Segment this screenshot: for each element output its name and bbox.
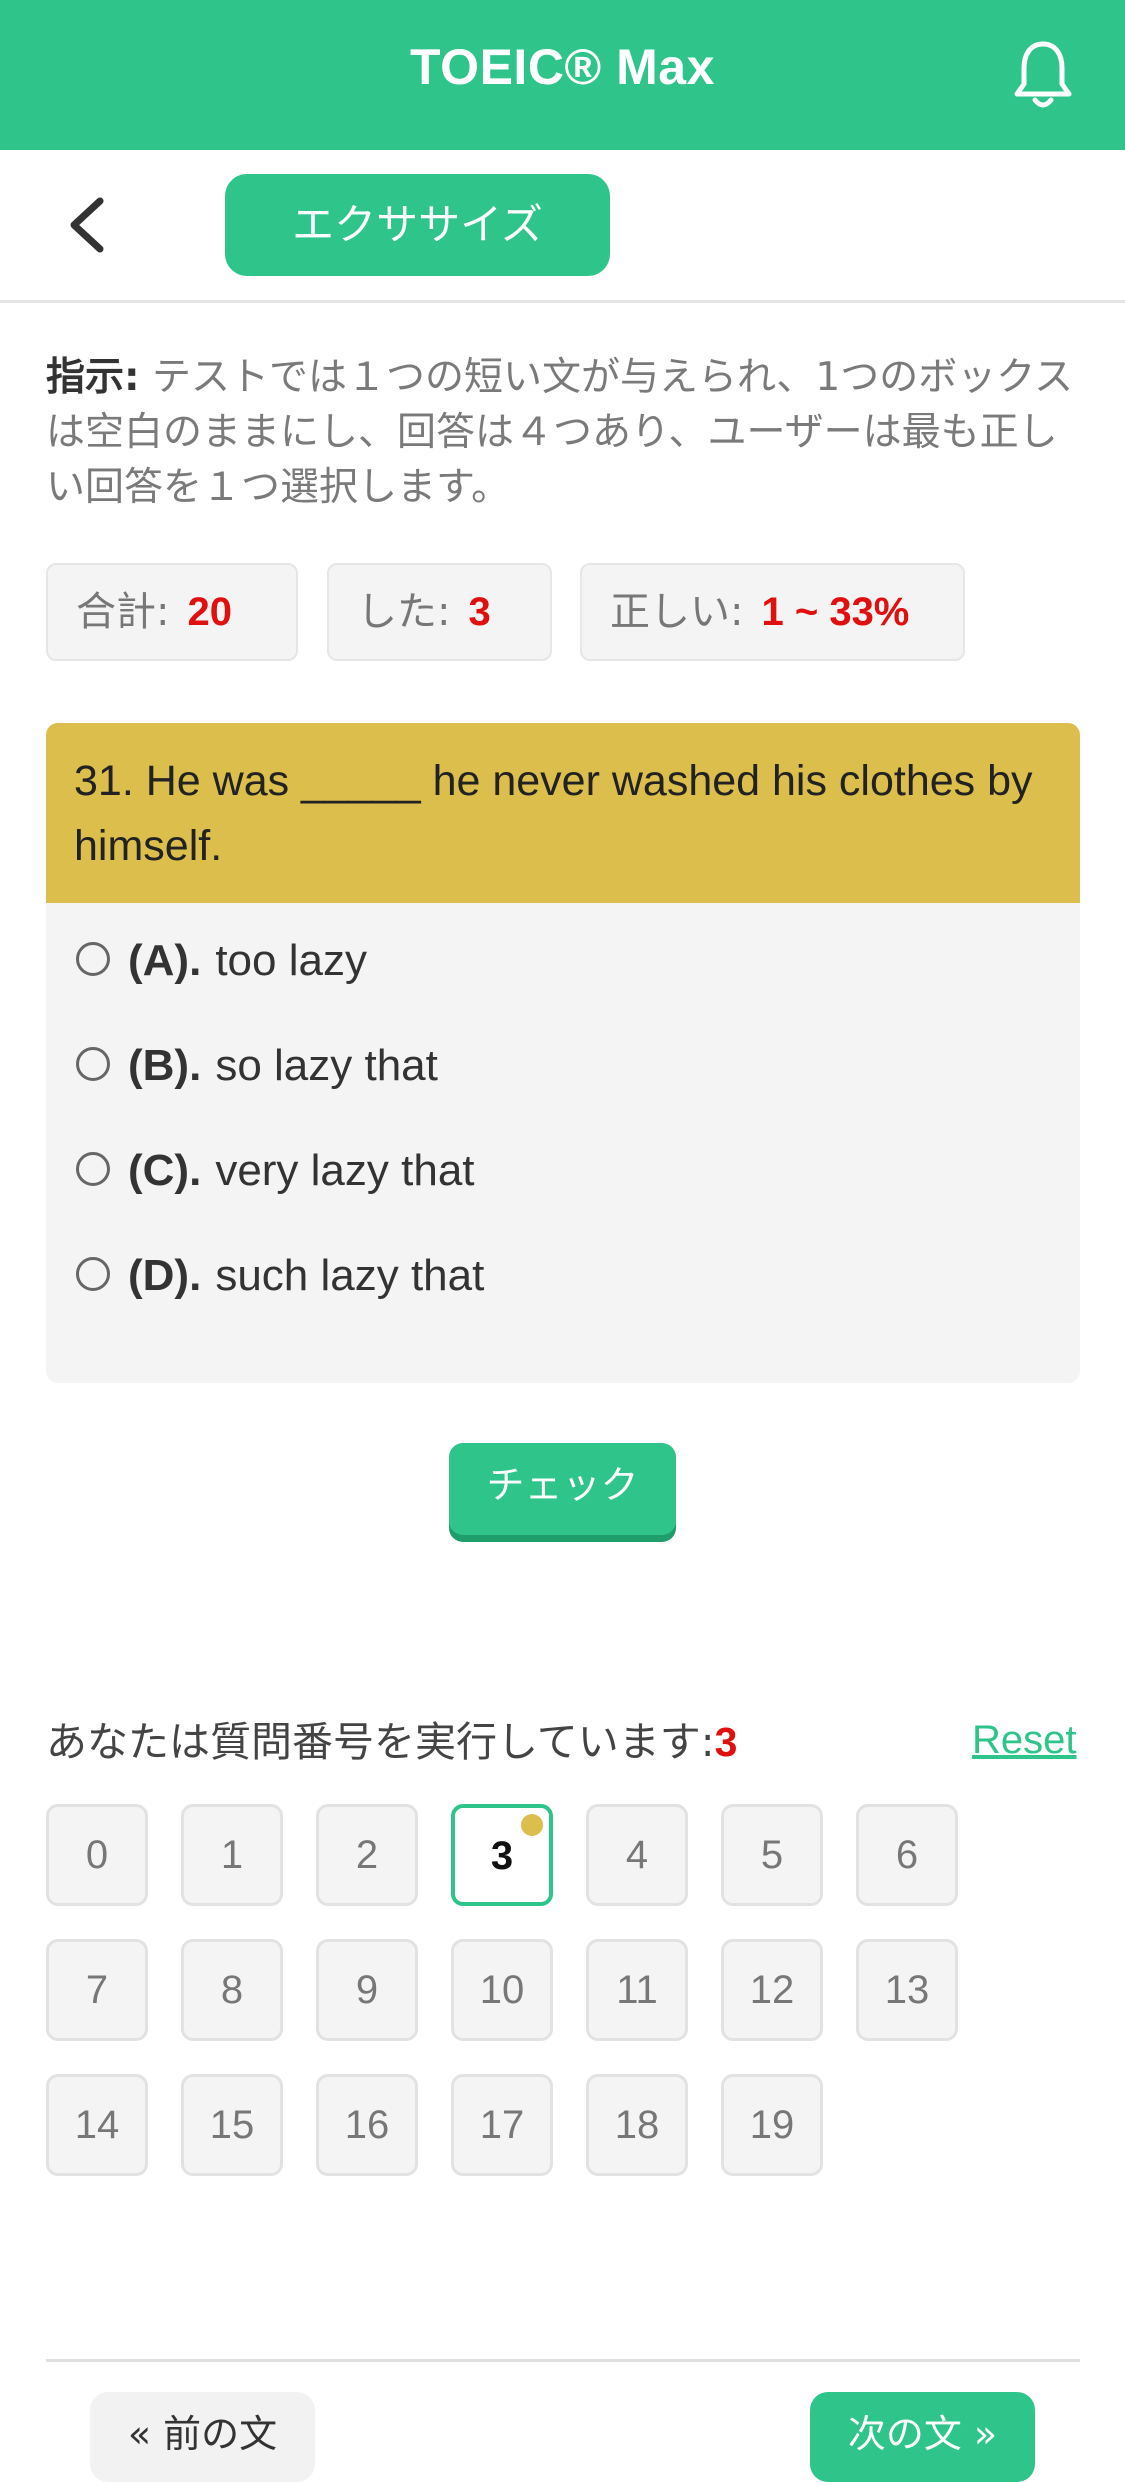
instruction-text: 指示: テストでは１つの短い文が与えられ、1つのボックスは空白のままにし、回答は… xyxy=(46,350,1076,515)
question-number-button[interactable]: 13 xyxy=(856,1939,958,2041)
stat-total-value: 20 xyxy=(187,590,232,634)
radio-icon[interactable] xyxy=(76,1152,110,1187)
stat-done-label: した: xyxy=(357,589,451,635)
bell-icon[interactable] xyxy=(1008,38,1078,113)
question-number-button[interactable]: 6 xyxy=(856,1804,958,1906)
app-title: TOEIC® Max xyxy=(410,39,715,95)
question-number-button[interactable]: 0 xyxy=(46,1804,148,1906)
question-number-button[interactable]: 15 xyxy=(181,2074,283,2176)
option-text: so lazy that xyxy=(215,1041,438,1090)
progress-label: あなたは質問番号を実行しています:3 xyxy=(46,1712,737,1772)
option-letter: (A). xyxy=(128,936,202,985)
app-header: TOEIC® Max xyxy=(0,0,1125,150)
prev-sentence-button[interactable]: « 前の文 xyxy=(90,2392,315,2482)
question-number-label: 3 xyxy=(490,1834,514,1878)
option-b[interactable]: (B). so lazy that xyxy=(76,1031,438,1101)
question-number-button[interactable]: 8 xyxy=(181,1939,283,2041)
question-number-button-current[interactable]: 3 xyxy=(451,1804,553,1906)
question-number-button[interactable]: 2 xyxy=(316,1804,418,1906)
option-letter: (B). xyxy=(128,1041,202,1090)
reset-link[interactable]: Reset xyxy=(972,1712,1077,1768)
question-number-button[interactable]: 1 xyxy=(181,1804,283,1906)
sub-header: エクササイズ xyxy=(0,150,1125,303)
question-number-button[interactable]: 14 xyxy=(46,2074,148,2176)
instruction-label: 指示: xyxy=(46,355,140,400)
radio-icon[interactable] xyxy=(76,1047,110,1082)
option-text: such lazy that xyxy=(215,1251,485,1300)
question-number-button[interactable]: 5 xyxy=(721,1804,823,1906)
current-marker-dot xyxy=(521,1814,543,1836)
radio-icon[interactable] xyxy=(76,1257,110,1292)
stat-correct-label: 正しい: xyxy=(610,589,744,635)
stat-total: 合計: 20 xyxy=(46,563,298,661)
footer-divider xyxy=(46,2359,1080,2362)
question-number-button[interactable]: 4 xyxy=(586,1804,688,1906)
question-number-button[interactable]: 10 xyxy=(451,1939,553,2041)
check-button[interactable]: チェック xyxy=(449,1443,676,1535)
question-number-button[interactable]: 17 xyxy=(451,2074,553,2176)
progress-label-text: あなたは質問番号を実行しています: xyxy=(46,1718,715,1766)
instruction-body: テストでは１つの短い文が与えられ、1つのボックスは空白のままにし、回答は４つあり… xyxy=(46,355,1074,510)
next-sentence-button[interactable]: 次の文 » xyxy=(810,2392,1035,2482)
option-letter: (C). xyxy=(128,1146,202,1195)
option-letter: (D). xyxy=(128,1251,202,1300)
question-text: 31. He was _____ he never washed his clo… xyxy=(46,723,1080,903)
stat-correct: 正しい: 1 ~ 33% xyxy=(580,563,965,661)
section-title-pill: エクササイズ xyxy=(225,174,610,276)
option-c[interactable]: (C). very lazy that xyxy=(76,1136,475,1206)
question-card: 31. He was _____ he never washed his clo… xyxy=(46,723,1080,1383)
question-number-button[interactable]: 19 xyxy=(721,2074,823,2176)
option-d[interactable]: (D). such lazy that xyxy=(76,1241,484,1311)
stat-total-label: 合計: xyxy=(76,589,170,635)
question-number-button[interactable]: 7 xyxy=(46,1939,148,2041)
stat-done: した: 3 xyxy=(327,563,552,661)
question-number-button[interactable]: 11 xyxy=(586,1939,688,2041)
question-number-button[interactable]: 18 xyxy=(586,2074,688,2176)
question-number-button[interactable]: 16 xyxy=(316,2074,418,2176)
option-a[interactable]: (A). too lazy xyxy=(76,926,367,996)
question-number-button[interactable]: 9 xyxy=(316,1939,418,2041)
stat-correct-value: 1 ~ 33% xyxy=(761,590,910,634)
option-text: too lazy xyxy=(215,936,367,985)
question-number-button[interactable]: 12 xyxy=(721,1939,823,2041)
radio-icon[interactable] xyxy=(76,942,110,977)
current-question-number: 3 xyxy=(714,1719,738,1765)
stat-done-value: 3 xyxy=(468,590,491,634)
option-text: very lazy that xyxy=(215,1146,475,1195)
chevron-left-icon[interactable] xyxy=(62,195,112,255)
